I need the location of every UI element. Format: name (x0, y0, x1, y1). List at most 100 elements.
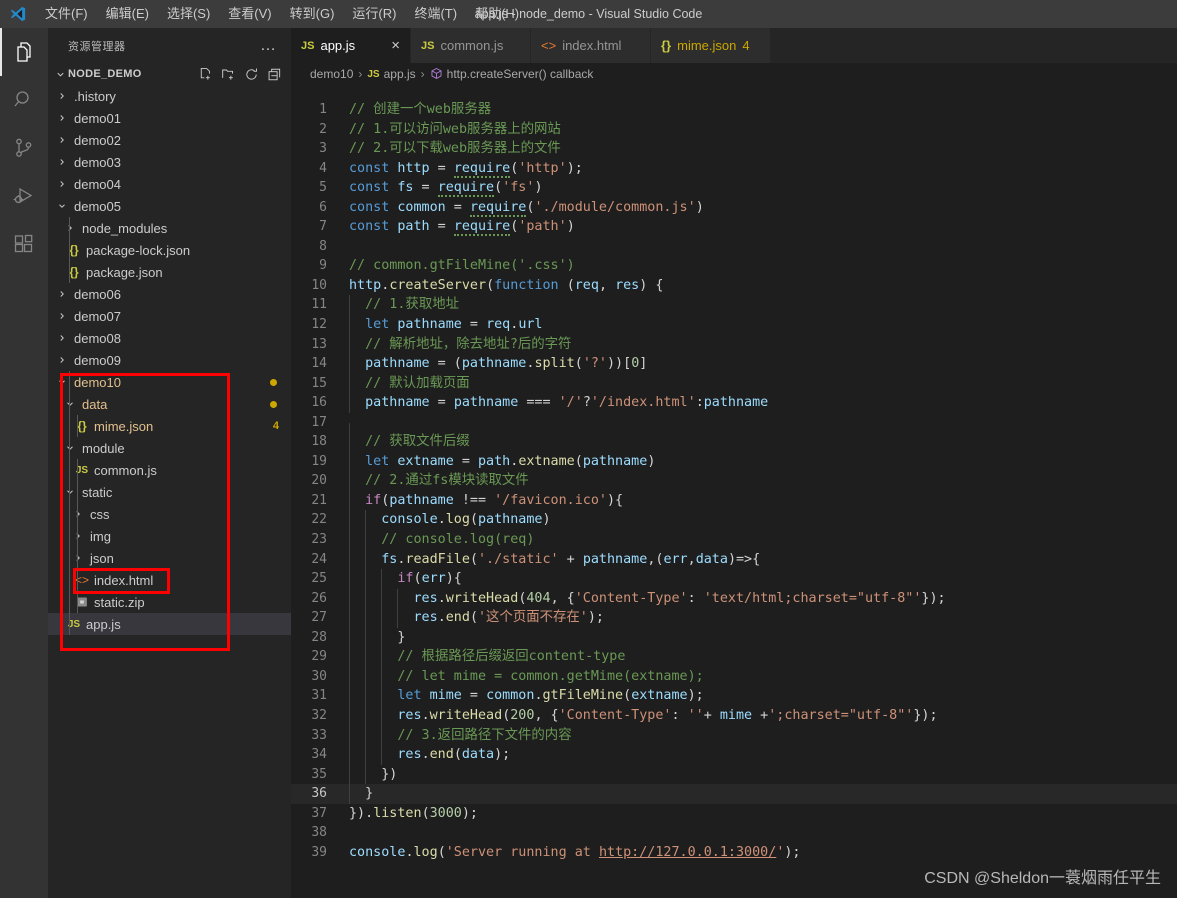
tree-item-app-js[interactable]: JS app.js (48, 613, 291, 635)
menu-file[interactable]: 文件(F) (36, 3, 97, 25)
code-line[interactable]: 4 const http = require('http'); (291, 159, 1177, 179)
chevron-right-icon[interactable] (56, 173, 67, 195)
collapse-all-icon[interactable] (265, 65, 283, 83)
code-line[interactable]: 10 http.createServer(function (req, res) … (291, 276, 1177, 296)
tree-item-package-lock-json[interactable]: {} package-lock.json (48, 239, 291, 261)
sidebar-more-actions-icon[interactable]: … (260, 37, 283, 55)
activity-explorer[interactable] (0, 28, 48, 76)
code-content[interactable]: 1 // 创建一个web服务器 2 // 1.可以访问web服务器上的网站 3 // 2.… (291, 100, 1177, 862)
activity-search[interactable] (0, 76, 48, 124)
chevron-right-icon[interactable] (56, 151, 67, 173)
chevron-right-icon[interactable] (56, 305, 67, 327)
code-line[interactable]: 1 // 创建一个web服务器 (291, 100, 1177, 120)
code-line[interactable]: 23 // console.log(req) (291, 530, 1177, 550)
chevron-right-icon[interactable] (56, 107, 67, 129)
code-line[interactable]: 2 // 1.可以访问web服务器上的网站 (291, 120, 1177, 140)
code-line[interactable]: 5 const fs = require('fs') (291, 178, 1177, 198)
breadcrumb-file[interactable]: JS app.js (367, 67, 415, 81)
chevron-right-icon[interactable] (56, 85, 67, 107)
workspace-root-header[interactable]: NODE_DEMO (48, 63, 291, 85)
code-line[interactable]: 38 (291, 823, 1177, 843)
tree-item-demo07[interactable]: demo07 (48, 305, 291, 327)
chevron-right-icon[interactable] (56, 283, 67, 305)
breadcrumb-folder[interactable]: demo10 (310, 67, 353, 81)
tree-item-demo01[interactable]: demo01 (48, 107, 291, 129)
tree-item-static-zip[interactable]: static.zip (48, 591, 291, 613)
tree-item-img[interactable]: img (48, 525, 291, 547)
code-line[interactable]: 33 // 3.返回路径下文件的内容 (291, 725, 1177, 746)
code-line[interactable]: 30 // let mime = common.getMime(extname)… (291, 666, 1177, 687)
code-line[interactable]: 16 pathname = pathname === '/'?'/index.h… (291, 393, 1177, 413)
file-tree[interactable]: .history demo01 demo02 demo03 demo04 demo05 no… (48, 85, 291, 898)
code-line[interactable]: 28 } (291, 627, 1177, 648)
tab-mime-json[interactable]: {} mime.json 4 (651, 28, 771, 63)
tree-item-demo10[interactable]: demo10 (48, 371, 291, 393)
code-line[interactable]: 3 // 2.可以下载web服务器上的文件 (291, 139, 1177, 159)
code-line[interactable]: 6 const common = require('./module/common… (291, 198, 1177, 218)
tree-item-demo02[interactable]: demo02 (48, 129, 291, 151)
code-line[interactable]: 20 // 2.通过fs模块读取文件 (291, 471, 1177, 491)
code-line[interactable]: 15 // 默认加载页面 (291, 373, 1177, 394)
code-line[interactable]: 37}).listen(3000); (291, 804, 1177, 824)
tree-item-demo06[interactable]: demo06 (48, 283, 291, 305)
activity-extensions[interactable] (0, 220, 48, 268)
chevron-right-icon[interactable] (56, 349, 67, 371)
new-file-icon[interactable] (196, 65, 214, 83)
tree-item--history[interactable]: .history (48, 85, 291, 107)
code-line[interactable]: 24 fs.readFile('./static' + pathname,(er… (291, 549, 1177, 570)
new-folder-icon[interactable] (219, 65, 237, 83)
tab-close-icon[interactable]: × (379, 38, 400, 53)
activity-run-and-debug[interactable] (0, 172, 48, 220)
tab-common-js[interactable]: JS common.js (411, 28, 531, 63)
code-line[interactable]: 11 // 1.获取地址 (291, 295, 1177, 316)
tree-item-common-js[interactable]: JS common.js (48, 459, 291, 481)
code-line[interactable]: 14 pathname = (pathname.split('?'))[0] (291, 354, 1177, 374)
tree-item-mime-json[interactable]: {} mime.json 4 (48, 415, 291, 437)
code-line[interactable]: 19 let extname = path.extname(pathname) (291, 451, 1177, 472)
tree-item-data[interactable]: data (48, 393, 291, 415)
code-line[interactable]: 17 (291, 413, 1177, 443)
chevron-down-icon[interactable] (56, 195, 67, 217)
tree-item-static[interactable]: static (48, 481, 291, 503)
menu-edit[interactable]: 编辑(E) (97, 3, 158, 25)
chevron-right-icon[interactable] (56, 129, 67, 151)
code-line[interactable]: 39 console.log('Server running at http://… (291, 843, 1177, 863)
activity-source-control[interactable] (0, 124, 48, 172)
code-line[interactable]: 22 console.log(pathname) (291, 510, 1177, 531)
tree-item-json[interactable]: json (48, 547, 291, 569)
code-line[interactable]: 13 // 解析地址，除去地址?后的字符 (291, 334, 1177, 355)
tree-item-demo04[interactable]: demo04 (48, 173, 291, 195)
code-line[interactable]: 32 res.writeHead(200, {'Content-Type': '… (291, 705, 1177, 726)
menu-go[interactable]: 转到(G) (281, 3, 344, 25)
tree-item-node-modules[interactable]: node_modules (48, 217, 291, 239)
tree-item-demo09[interactable]: demo09 (48, 349, 291, 371)
tree-item-package-json[interactable]: {} package.json (48, 261, 291, 283)
code-line[interactable]: 31 let mime = common.gtFileMine(extname)… (291, 686, 1177, 706)
code-line[interactable]: 7 const path = require('path') (291, 217, 1177, 237)
code-line[interactable]: 18 // 获取文件后缀 (291, 432, 1177, 452)
tree-item-module[interactable]: module (48, 437, 291, 459)
code-line[interactable]: 35 }) (291, 764, 1177, 785)
menu-help[interactable]: 帮助(H) (466, 3, 528, 25)
tree-item-demo08[interactable]: demo08 (48, 327, 291, 349)
breadcrumb-symbol[interactable]: http.createServer() callback (430, 67, 593, 81)
menu-run[interactable]: 运行(R) (343, 3, 405, 25)
chevron-right-icon[interactable] (56, 327, 67, 349)
menu-view[interactable]: 查看(V) (219, 3, 280, 25)
code-line[interactable]: 26 res.writeHead(404, {'Content-Type': '… (291, 588, 1177, 609)
menu-selection[interactable]: 选择(S) (158, 3, 219, 25)
tab-index-html[interactable]: <> index.html (531, 28, 651, 63)
code-line[interactable]: 12 let pathname = req.url (291, 315, 1177, 335)
tab-app-js[interactable]: JS app.js × (291, 28, 411, 63)
refresh-icon[interactable] (242, 65, 260, 83)
tree-item-index-html[interactable]: <> index.html (48, 569, 291, 591)
code-line[interactable]: 21 if(pathname !== '/favicon.ico'){ (291, 490, 1177, 511)
code-line[interactable]: 25 if(err){ (291, 569, 1177, 589)
code-line[interactable]: 9 // common.gtFileMine('.css') (291, 256, 1177, 276)
code-line[interactable]: 8 (291, 237, 1177, 257)
menu-terminal[interactable]: 终端(T) (405, 3, 466, 25)
code-line[interactable]: 34 res.end(data); (291, 745, 1177, 765)
code-line[interactable]: 36 } (291, 784, 1177, 804)
code-editor[interactable]: 1 // 创建一个web服务器 2 // 1.可以访问web服务器上的网站 3 // 2.… (291, 85, 1177, 898)
tree-item-demo03[interactable]: demo03 (48, 151, 291, 173)
